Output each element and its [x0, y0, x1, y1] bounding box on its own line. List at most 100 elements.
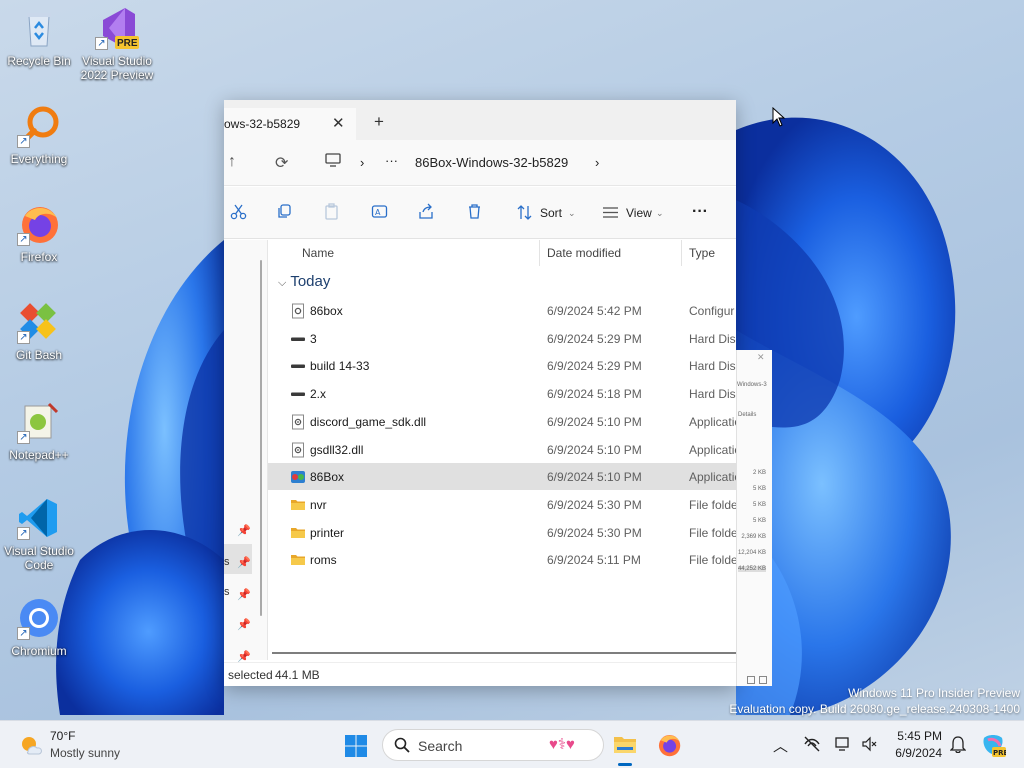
details-view-icon[interactable]	[747, 676, 755, 684]
sort-chevron-icon[interactable]: ⌄	[568, 208, 576, 219]
breadcrumb-trail-chevron-icon[interactable]: ›	[595, 155, 599, 170]
clock-time[interactable]: 5:45 PM	[892, 729, 942, 743]
nav-pane-scrollbar[interactable]	[260, 260, 262, 616]
desktop-icon-git-bash[interactable]: ↗ Git Bash	[0, 300, 78, 362]
file-row[interactable]: discord_game_sdk.dll 6/9/2024 5:10 PM Appl…	[268, 408, 736, 435]
disk-image-icon	[290, 386, 306, 402]
horizontal-scrollbar[interactable]	[272, 652, 736, 654]
taskbar-firefox[interactable]	[656, 732, 682, 758]
chromium-icon: ↗	[17, 596, 61, 640]
file-row[interactable]: 86Box 6/9/2024 5:10 PM Applicatio	[268, 463, 736, 491]
breadcrumb-overflow-icon[interactable]: ···	[385, 153, 398, 168]
cut-icon[interactable]	[230, 203, 247, 224]
folder-icon	[290, 552, 306, 568]
start-button[interactable]	[344, 734, 368, 758]
file-type: File folde	[689, 497, 736, 512]
background-window-fragment: ✕ Windows-3 Details 2 KB 5 KB 5 KB 5 KB …	[736, 350, 772, 686]
desktop-icon-chromium[interactable]: ↗ Chromium	[0, 596, 78, 658]
new-tab-icon[interactable]: +	[374, 112, 384, 132]
paste-icon[interactable]	[323, 203, 340, 224]
delete-icon[interactable]	[466, 203, 483, 224]
search-highlight-icon: ♥⚕♥	[549, 736, 575, 753]
pin-icon: 📌	[237, 525, 251, 537]
display-icon[interactable]	[835, 736, 851, 756]
group-header-today[interactable]: ⌵ Today	[278, 273, 330, 290]
taskbar-file-explorer[interactable]	[612, 731, 638, 757]
monitor-icon[interactable]	[325, 152, 341, 173]
more-options-icon[interactable]: ···	[692, 203, 708, 221]
notepad-plus-plus-icon: ↗	[17, 400, 61, 444]
sort-icon[interactable]	[516, 204, 533, 225]
file-type: Hard Disk	[689, 359, 736, 374]
folder-icon	[290, 525, 306, 541]
file-name: 86box	[310, 304, 343, 318]
ghost-size: 44,252 KB	[737, 566, 766, 572]
desktop-icon-firefox[interactable]: ↗ Firefox	[0, 202, 78, 264]
desktop-icon-label: Visual Studio 2022 Preview	[80, 54, 154, 82]
background-window-title: Windows-3	[737, 382, 767, 388]
share-icon[interactable]	[418, 203, 435, 224]
column-header-date-modified[interactable]: Date modified	[547, 240, 621, 266]
column-header-type[interactable]: Type	[689, 240, 715, 266]
close-icon[interactable]: ✕	[757, 352, 765, 363]
desktop-icon-notepad-plus-plus[interactable]: ↗ Notepad++	[0, 400, 78, 462]
disk-image-icon	[290, 331, 306, 347]
pin-icon: 📌	[237, 557, 251, 569]
copilot-pre-icon[interactable]: PRE	[980, 732, 1009, 762]
desktop-icon-label: Recycle Bin	[7, 54, 71, 68]
tab-86box-folder[interactable]: ows-32-b5829 ✕	[224, 108, 356, 140]
show-hidden-icons-chevron-icon[interactable]: ︿	[773, 735, 788, 756]
sort-button[interactable]: Sort	[540, 206, 562, 220]
file-row[interactable]: printer 6/9/2024 5:30 PM File folde	[268, 519, 736, 546]
file-row[interactable]: build 14-33 6/9/2024 5:29 PM Hard Disk	[268, 352, 736, 379]
desktop-icon-recycle-bin[interactable]: Recycle Bin	[0, 6, 78, 68]
file-row[interactable]: 86box 6/9/2024 5:42 PM Configur	[268, 297, 736, 324]
tab-close-icon[interactable]: ✕	[332, 114, 345, 132]
file-date-modified: 6/9/2024 5:18 PM	[547, 387, 642, 402]
file-name: gsdll32.dll	[310, 442, 364, 457]
tiles-view-icon[interactable]	[759, 676, 767, 684]
file-row[interactable]: gsdll32.dll 6/9/2024 5:10 PM Applicatio	[268, 436, 736, 463]
refresh-icon[interactable]: ⟳	[275, 153, 288, 173]
view-icon[interactable]	[602, 204, 619, 225]
file-type: Configur	[689, 304, 735, 318]
view-chevron-icon[interactable]: ⌄	[656, 208, 664, 219]
column-header-name[interactable]: Name	[302, 240, 334, 266]
group-label: Today	[290, 273, 331, 290]
command-bar: A Sort ⌄ View ⌄ ···	[224, 187, 736, 239]
nav-item-fragment[interactable]: s	[224, 586, 230, 598]
breadcrumb-folder[interactable]: 86Box-Windows-32-b5829	[415, 155, 568, 170]
search-placeholder: Search	[418, 738, 463, 754]
file-row[interactable]: roms 6/9/2024 5:11 PM File folde	[268, 546, 736, 573]
taskbar-search[interactable]: Search ♥⚕♥	[382, 729, 604, 761]
file-date-modified: 6/9/2024 5:29 PM	[547, 359, 642, 374]
rename-icon[interactable]: A	[371, 203, 388, 224]
copy-icon[interactable]	[276, 203, 293, 224]
tab-bar: ows-32-b5829 ✕ +	[224, 100, 736, 140]
chevron-down-icon: ⌵	[278, 277, 287, 289]
view-button[interactable]: View	[626, 206, 652, 220]
ghost-size: 2 KB	[752, 470, 766, 476]
network-off-icon[interactable]	[803, 735, 821, 757]
column-separator[interactable]	[539, 240, 540, 266]
volume-muted-icon[interactable]	[861, 736, 877, 756]
desktop-icon-everything[interactable]: ↗ Everything	[0, 104, 78, 166]
column-separator[interactable]	[681, 240, 682, 266]
clock-date[interactable]: 6/9/2024	[884, 746, 942, 760]
file-name: 2.x	[310, 387, 327, 402]
desktop-icon-visual-studio-code[interactable]: ↗ Visual Studio Code	[0, 496, 78, 572]
file-date-modified: 6/9/2024 5:42 PM	[547, 304, 642, 318]
desktop-icon-label: Chromium	[11, 644, 67, 658]
nav-item-fragment[interactable]: s	[224, 556, 230, 568]
ghost-size: 12,204 KB	[737, 550, 766, 556]
up-arrow-icon[interactable]: ↑	[228, 153, 236, 171]
shortcut-arrow-icon: ↗	[95, 37, 108, 50]
file-type: File folde	[689, 525, 736, 540]
file-row[interactable]: 3 6/9/2024 5:29 PM Hard Disk	[268, 325, 736, 352]
desktop-icon-visual-studio-2022-preview[interactable]: PRE ↗ Visual Studio 2022 Preview	[78, 6, 156, 82]
file-row[interactable]: nvr 6/9/2024 5:30 PM File folde	[268, 491, 736, 518]
vscode-icon: ↗	[17, 496, 61, 540]
notification-bell-icon[interactable]	[949, 735, 967, 757]
folder-icon	[290, 497, 306, 513]
file-row[interactable]: 2.x 6/9/2024 5:18 PM Hard Disk	[268, 380, 736, 407]
